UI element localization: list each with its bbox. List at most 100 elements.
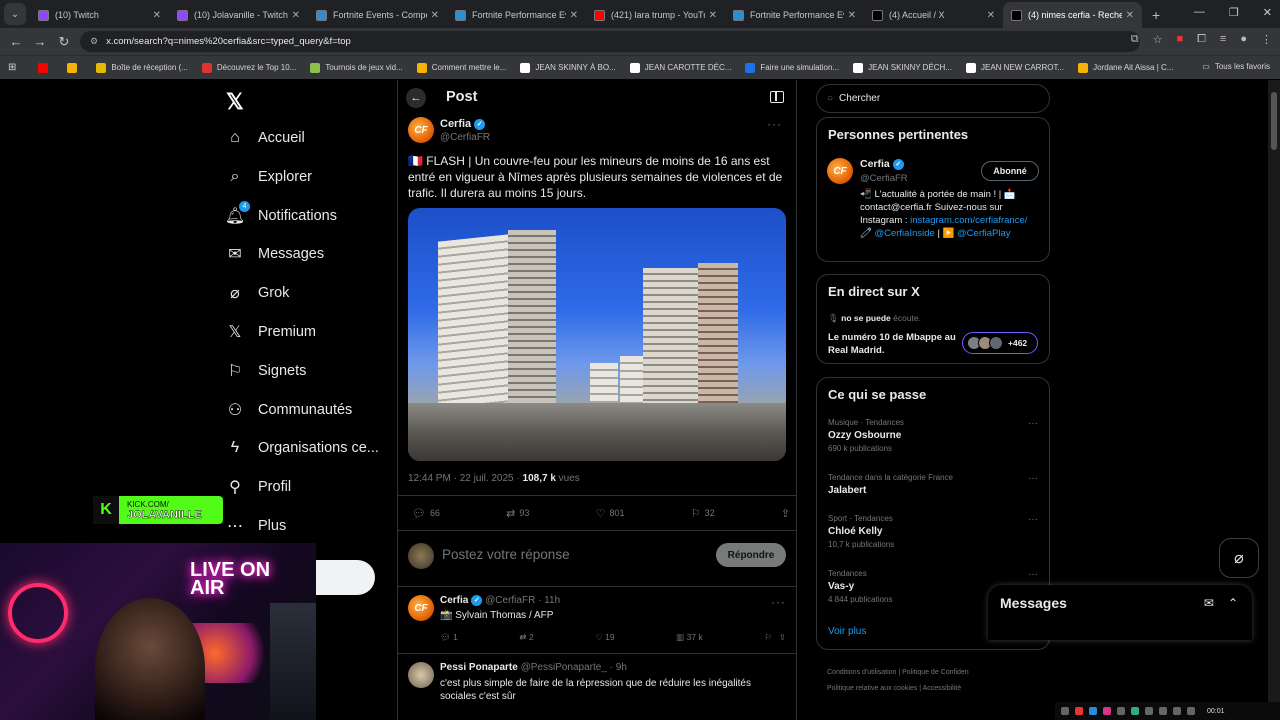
bookmark-item[interactable]: Jordane Ait Aissa | C... [1078,62,1173,73]
extension-icon[interactable]: ■ [1176,33,1183,46]
clock[interactable]: 00:01 [1207,708,1225,715]
volume-icon[interactable] [1173,707,1181,715]
tray-app-icon[interactable] [1061,707,1069,715]
sidebar-item-plus[interactable]: ⋯ Plus [226,511,286,541]
avatar[interactable] [408,662,434,688]
chevron-up-icon[interactable]: ⌃ [1228,596,1238,610]
kebab-menu-icon[interactable]: ⋮ [1261,33,1272,46]
more-options-icon[interactable]: ··· [1028,473,1038,484]
bookmark-item[interactable]: Faire une simulation... [745,62,839,73]
forward-arrow-icon[interactable]: → [28,34,52,49]
bookmark-item[interactable]: Comment mettre le... [416,62,506,73]
account-handle[interactable]: @CerfiaFR [860,173,908,184]
sidebar-item-explorer[interactable]: ⌕ Explorer [226,162,312,192]
cerfia-inside-link[interactable]: @CerfiaInside [874,228,934,239]
avatar[interactable] [408,543,434,569]
close-tab-icon[interactable]: ✕ [153,10,161,21]
live-space-title[interactable]: Le numéro 10 de Mbappe au Real Madrid. [828,331,956,357]
restore-button[interactable]: ❐ [1229,6,1239,19]
trend-item[interactable]: Tendance dans la catégorie France Jalaber… [828,473,1038,496]
sidebar-item-organisations-ce[interactable]: ϟ Organisations ce... [226,433,379,463]
more-options-icon[interactable]: ··· [1028,569,1038,580]
sidebar-item-accueil[interactable]: ⌂ Accueil [226,123,305,153]
close-tab-icon[interactable]: ✕ [987,10,995,21]
author-handle[interactable]: @CerfiaFR [440,132,490,143]
sidebar-item-communautés[interactable]: ⚇ Communautés [226,395,352,425]
tray-app-icon[interactable] [1103,707,1111,715]
author-name[interactable]: Cerfia ✓ [440,118,486,130]
reply-button[interactable]: 💬︎ 66 [412,507,440,520]
reload-icon[interactable]: ↻ [52,34,76,50]
browser-tab[interactable]: (4) Accueil / X ✕ [864,2,1003,28]
tray-app-icon[interactable] [1145,707,1153,715]
instagram-link[interactable]: instagram.com/cerfiafrance/ [910,215,1027,226]
bookmark-button[interactable]: ⚐ 32 [691,507,715,520]
browser-tab[interactable]: (421) lara trump - YouTub ✕ [586,2,725,28]
profile-avatar[interactable]: ● [1240,33,1247,46]
messages-drawer[interactable]: Messages ✉ ⌃ [988,585,1252,640]
tab-search-button[interactable]: ⌄ [4,3,26,25]
back-arrow-icon[interactable]: ← [4,34,28,49]
close-tab-icon[interactable]: ✕ [709,10,717,21]
reply-author[interactable]: Cerfia ✓ @CerfiaFR · 11h [440,595,560,606]
bookmark-docs[interactable] [67,62,82,73]
all-bookmarks-folder[interactable]: ▭ Tous les favoris [1202,62,1270,71]
close-tab-icon[interactable]: ✕ [292,10,300,21]
browser-tab[interactable]: (4) nimes cerfia - Recherc ✕ [1003,2,1142,28]
close-tab-icon[interactable]: ✕ [570,10,578,21]
tray-app-icon[interactable] [1131,707,1139,715]
footer-line[interactable]: Politique relative aux cookies | Accessi… [827,681,997,697]
close-window-button[interactable]: ✕ [1263,6,1272,19]
install-icon[interactable]: ⧉ [1131,33,1139,46]
back-arrow-icon[interactable]: ← [406,88,426,108]
account-name[interactable]: Cerfia ✓ [860,158,904,170]
browser-tab[interactable]: Fortnite Events - Compet ✕ [308,2,447,28]
bookmark-item[interactable]: Boîte de réception (... [96,62,188,73]
bookmark-button[interactable]: ⚐ ⇪ [764,632,786,643]
reader-view-icon[interactable] [770,91,784,103]
reply-submit-button[interactable]: Répondre [716,543,786,567]
views-button[interactable]: ▥ 37 k [676,632,702,643]
close-tab-icon[interactable]: ✕ [848,10,856,21]
page-scrollbar[interactable] [1268,80,1280,720]
site-info-icon[interactable]: ⚙ [90,36,98,47]
puzzle-icon[interactable]: ⧠ [1197,33,1206,46]
search-input[interactable]: ○ Chercher [816,84,1050,113]
post-button[interactable] [313,560,375,595]
browser-tab[interactable]: (10) Twitch ✕ [30,2,169,28]
bookmark-item[interactable]: JEAN CAROTTE DÉC... [629,62,731,73]
new-message-icon[interactable]: ✉ [1204,596,1214,610]
more-options-icon[interactable]: ··· [1028,514,1038,525]
scrollbar-thumb[interactable] [1271,92,1277,150]
share-button[interactable]: ⇪ [781,507,790,520]
tray-app-icon[interactable] [1089,707,1097,715]
reply-input[interactable]: Postez votre réponse [442,547,570,562]
sidebar-item-signets[interactable]: ⚐ Signets [226,356,307,386]
bookmark-item[interactable]: JEAN SKINNY DÉCH... [853,62,952,73]
apps-grid-icon[interactable]: ⊞ [8,62,16,73]
more-options-icon[interactable]: ··· [1028,418,1038,429]
more-options-icon[interactable]: ··· [771,595,786,609]
sidebar-item-premium[interactable]: 𝕏 Premium [226,317,316,347]
battery-icon[interactable] [1187,707,1195,715]
browser-tab[interactable]: (10) Jolavanille - Twitch ✕ [169,2,308,28]
like-button[interactable]: ♡ 801 [596,507,625,520]
sidebar-item-grok[interactable]: ⌀ Grok [226,278,289,308]
avatar[interactable]: CF [408,117,434,143]
retweet-button[interactable]: ⇄ 93 [506,507,529,520]
more-options-icon[interactable]: ··· [767,117,782,131]
new-tab-button[interactable]: + [1142,2,1170,28]
trend-item[interactable]: Sport · Tendances Chloé Kelly 10,7 k publi… [828,514,1038,549]
live-listeners-pill[interactable]: +462 [962,332,1038,354]
sidebar-item-messages[interactable]: ✉ Messages [226,239,324,269]
cerfia-play-link[interactable]: @CerfiaPlay [957,228,1010,239]
list-item[interactable]: CF Cerfia ✓ @CerfiaFR · 11h ··· 📸 Sylvain… [408,593,786,653]
close-tab-icon[interactable]: ✕ [1126,10,1134,21]
sidebar-item-notifications[interactable]: 🔔︎ 4 Notifications [225,200,337,231]
bookmark-item[interactable]: Découvrez le Top 10... [201,62,296,73]
avatar[interactable]: CF [827,158,853,184]
grok-icon[interactable]: ⌀ [1219,538,1259,578]
bookmark-item[interactable]: Tournois de jeux vid... [310,62,403,73]
footer-line[interactable]: Conditions d'utilisation | Politique de … [827,665,997,681]
sidebar-item-profil[interactable]: ⚲ Profil [226,472,291,502]
